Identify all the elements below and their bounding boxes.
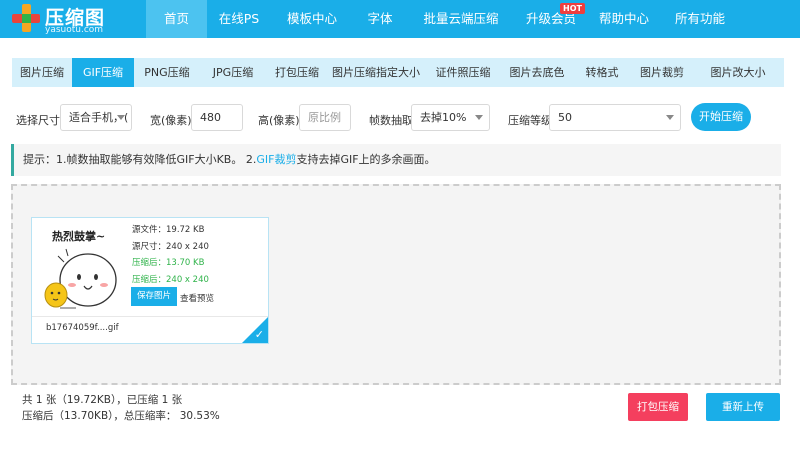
frame-select-value: 去掉10%: [420, 111, 467, 124]
tab-image-resize[interactable]: 图片改大小: [692, 58, 784, 87]
level-select[interactable]: 50: [549, 104, 681, 131]
nav-online-ps[interactable]: 在线PS: [207, 0, 271, 38]
nav-fonts[interactable]: 字体: [353, 0, 407, 38]
tab-remove-background[interactable]: 图片去底色: [502, 58, 572, 87]
frame-select[interactable]: 去掉10%: [411, 104, 490, 131]
main-nav: 首页 在线PS 模板中心 字体 批量云端压缩 升级会员 HOT 帮助中心 所有功…: [146, 0, 739, 38]
source-size: 源文件：19.72 KB: [132, 225, 205, 235]
gif-crop-link[interactable]: GIF裁剪: [256, 153, 296, 166]
chevron-down-icon: [117, 115, 125, 120]
tip-text-suffix: 支持去掉GIF上的多余画面。: [296, 153, 436, 166]
height-input[interactable]: 原比例: [299, 104, 351, 131]
tab-pack-compress[interactable]: 打包压缩: [266, 58, 328, 87]
tab-gif-compress[interactable]: GIF压缩: [72, 58, 134, 87]
nav-all-features[interactable]: 所有功能: [661, 0, 739, 38]
top-navbar: 压缩图 yasuotu.com 首页 在线PS 模板中心 字体 批量云端压缩 升…: [0, 0, 800, 38]
start-compress-button[interactable]: 开始压缩: [691, 103, 751, 131]
pack-compress-button[interactable]: 打包压缩: [628, 393, 688, 421]
tab-image-crop[interactable]: 图片裁剪: [632, 58, 692, 87]
nav-template-center[interactable]: 模板中心: [271, 0, 353, 38]
tab-png-compress[interactable]: PNG压缩: [134, 58, 200, 87]
chevron-down-icon: [475, 115, 483, 120]
file-card: 热烈鼓掌~ 源文件：19.72 KB 源尺寸：240 x 240 压缩后：13.…: [31, 217, 269, 344]
tab-image-compress[interactable]: 图片压缩: [12, 58, 72, 87]
size-label: 选择尺寸: [16, 114, 60, 127]
tab-compress-to-size[interactable]: 图片压缩指定大小: [328, 58, 424, 87]
size-select[interactable]: 适合手机，(: [60, 104, 132, 131]
site-logo[interactable]: 压缩图 yasuotu.com: [12, 2, 140, 36]
stats-compressed: 压缩后（13.70KB），总压缩率： 30.53%: [22, 410, 220, 422]
tool-tabs: 图片压缩 GIF压缩 PNG压缩 JPG压缩 打包压缩 图片压缩指定大小 证件照…: [12, 58, 784, 87]
level-label: 压缩等级: [508, 114, 552, 127]
width-input[interactable]: 480: [191, 104, 243, 131]
gif-thumbnail[interactable]: 热烈鼓掌~: [36, 222, 126, 316]
nav-home[interactable]: 首页: [146, 0, 207, 38]
chevron-down-icon: [666, 115, 674, 120]
card-divider: [32, 316, 268, 317]
thumb-caption: 热烈鼓掌~: [52, 229, 105, 243]
check-icon: ✓: [254, 328, 264, 341]
tip-bar: 提示：1.帧数抽取能够有效降低GIF大小KB。 2.GIF裁剪支持去掉GIF上的…: [11, 144, 781, 176]
level-select-value: 50: [558, 111, 572, 124]
clapping-mascot-image: 热烈鼓掌~: [44, 229, 117, 309]
nav-help-center[interactable]: 帮助中心: [587, 0, 661, 38]
tab-convert-format[interactable]: 转格式: [572, 58, 632, 87]
nav-upgrade-member[interactable]: 升级会员 HOT: [515, 0, 587, 38]
compressed-size: 压缩后：13.70 KB: [132, 258, 205, 268]
file-name: b17674059f....gif: [46, 323, 119, 333]
save-image-button[interactable]: 保存图片: [131, 287, 177, 306]
tip-text-prefix: 提示：1.帧数抽取能够有效降低GIF大小KB。 2.: [23, 153, 257, 166]
compressed-dimensions: 压缩后：240 x 240: [132, 275, 209, 285]
hot-badge: HOT: [560, 3, 585, 14]
stats-total: 共 1 张（19.72KB），已压缩 1 张: [22, 394, 183, 406]
logo-subtitle: yasuotu.com: [45, 25, 104, 35]
height-label: 高(像素): [258, 114, 300, 127]
width-label: 宽(像素): [150, 114, 192, 127]
view-preview-link[interactable]: 查看预览: [180, 292, 214, 304]
tab-jpg-compress[interactable]: JPG压缩: [200, 58, 266, 87]
nav-batch-cloud-compress[interactable]: 批量云端压缩: [407, 0, 515, 38]
reupload-button[interactable]: 重新上传: [706, 393, 780, 421]
tab-id-photo-compress[interactable]: 证件照压缩: [424, 58, 502, 87]
frame-label: 帧数抽取: [369, 114, 413, 127]
source-dimensions: 源尺寸：240 x 240: [132, 242, 209, 252]
cross-logo-icon: [12, 4, 40, 32]
